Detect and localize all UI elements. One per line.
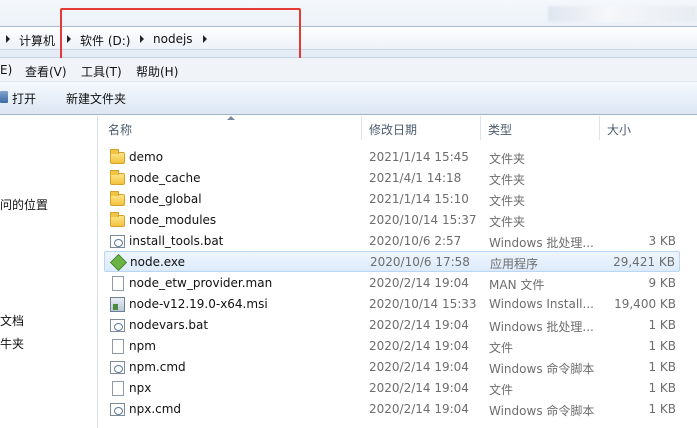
file-name: node-v12.19.0-x64.msi bbox=[129, 297, 268, 311]
file-row[interactable]: node_cache 2021/4/1 14:18 文件夹 bbox=[104, 168, 680, 189]
column-header-size[interactable]: 大小 bbox=[601, 116, 697, 140]
file-size: 1 KB bbox=[648, 360, 676, 374]
cmd-script-icon bbox=[110, 361, 125, 374]
installer-icon bbox=[110, 297, 125, 312]
file-date: 2020/10/6 2:57 bbox=[369, 234, 462, 248]
file-row[interactable]: npx 2020/2/14 19:04 文件 1 KB bbox=[104, 378, 680, 399]
file-date: 2021/1/14 15:10 bbox=[369, 192, 469, 206]
file-row[interactable]: npm 2020/2/14 19:04 文件 1 KB bbox=[104, 336, 680, 357]
blurred-search-area bbox=[548, 6, 697, 22]
file-type: 文件夹 bbox=[489, 173, 526, 187]
nav-item-folder[interactable]: 牛夹 bbox=[0, 335, 24, 352]
sort-up-icon bbox=[227, 116, 235, 120]
red-highlight-box bbox=[60, 8, 301, 64]
file-name: node.exe bbox=[130, 255, 186, 269]
column-header-type[interactable]: 类型 bbox=[482, 116, 600, 140]
document-icon bbox=[112, 276, 124, 291]
cmd-script-icon bbox=[110, 403, 125, 416]
file-size: 9 KB bbox=[648, 276, 676, 290]
file-name: node_modules bbox=[129, 213, 217, 227]
menu-view[interactable]: 查看(V) bbox=[25, 63, 67, 80]
file-date: 2020/10/14 15:37 bbox=[369, 213, 477, 227]
folder-icon bbox=[110, 170, 125, 185]
file-size: 1 KB bbox=[648, 381, 676, 395]
file-name: node_cache bbox=[129, 171, 201, 185]
file-date: 2020/2/14 19:04 bbox=[369, 276, 469, 290]
file-size: 29,421 KB bbox=[613, 255, 675, 269]
open-button[interactable]: 打开 bbox=[12, 90, 36, 107]
file-date: 2020/10/6 17:58 bbox=[370, 255, 470, 269]
file-name: node_etw_provider.man bbox=[129, 276, 273, 290]
breadcrumb-computer[interactable]: 计算机 bbox=[19, 32, 55, 49]
menu-bar: E) 查看(V) 工具(T) 帮助(H) bbox=[0, 58, 697, 82]
file-row[interactable]: npx.cmd 2020/2/14 19:04 Windows 命令脚本 1 KB bbox=[104, 399, 680, 420]
new-folder-button[interactable]: 新建文件夹 bbox=[66, 90, 126, 107]
file-date: 2020/10/14 15:33 bbox=[369, 297, 477, 311]
folder-icon bbox=[110, 149, 125, 164]
file-size: 3 KB bbox=[648, 234, 676, 248]
file-date: 2021/4/1 14:18 bbox=[369, 171, 462, 185]
toolbar: 打开 新建文件夹 bbox=[0, 82, 697, 115]
file-size: 1 KB bbox=[648, 339, 676, 353]
pane-divider[interactable] bbox=[97, 116, 98, 428]
file-type: 文件夹 bbox=[489, 194, 526, 208]
open-icon bbox=[0, 91, 8, 103]
file-row[interactable]: node_modules 2020/10/14 15:37 文件夹 bbox=[104, 210, 680, 231]
document-icon bbox=[112, 381, 124, 396]
folder-icon bbox=[110, 191, 125, 206]
file-row[interactable]: nodevars.bat 2020/2/14 19:04 Windows 批处理..… bbox=[104, 315, 680, 336]
file-row[interactable]: install_tools.bat 2020/10/6 2:57 Windows 批… bbox=[104, 231, 680, 252]
document-icon bbox=[112, 339, 124, 354]
file-date: 2021/1/14 15:45 bbox=[369, 150, 469, 164]
file-name: npm.cmd bbox=[129, 360, 186, 374]
file-date: 2020/2/14 19:04 bbox=[369, 360, 469, 374]
file-name: node_global bbox=[129, 192, 202, 206]
batch-file-icon bbox=[110, 319, 125, 332]
navigation-pane: 问的位置 文档 牛夹 bbox=[0, 116, 97, 428]
address-bar-region: 计算机 软件 (D:) nodejs bbox=[0, 0, 697, 64]
file-size: 1 KB bbox=[648, 402, 676, 416]
file-type: 文件夹 bbox=[489, 152, 526, 166]
nav-item-recent-places[interactable]: 问的位置 bbox=[0, 196, 48, 213]
file-date: 2020/2/14 19:04 bbox=[369, 318, 469, 332]
file-size: 1 KB bbox=[648, 318, 676, 332]
file-row[interactable]: npm.cmd 2020/2/14 19:04 Windows 命令脚本 1 KB bbox=[104, 357, 680, 378]
file-name: npm bbox=[129, 339, 156, 353]
file-row-selected[interactable]: node.exe 2020/10/6 17:58 应用程序 29,421 KB bbox=[104, 251, 680, 272]
node-exe-icon bbox=[110, 254, 127, 271]
file-row[interactable]: node_global 2021/1/14 15:10 文件夹 bbox=[104, 189, 680, 210]
breadcrumb-arrow-icon[interactable] bbox=[6, 35, 10, 43]
file-row[interactable]: node_etw_provider.man 2020/2/14 19:04 MAN … bbox=[104, 273, 680, 294]
nav-item-documents[interactable]: 文档 bbox=[0, 312, 24, 329]
file-size: 19,400 KB bbox=[614, 297, 676, 311]
column-header-date[interactable]: 修改日期 bbox=[363, 116, 481, 140]
menu-tools[interactable]: 工具(T) bbox=[81, 63, 122, 80]
folder-icon bbox=[110, 212, 125, 227]
menu-edit[interactable]: E) bbox=[0, 63, 12, 77]
batch-file-icon bbox=[110, 235, 125, 248]
file-date: 2020/2/14 19:04 bbox=[369, 402, 469, 416]
file-name: npx bbox=[129, 381, 152, 395]
file-name: nodevars.bat bbox=[129, 318, 209, 332]
file-date: 2020/2/14 19:04 bbox=[369, 339, 469, 353]
file-row[interactable]: demo 2021/1/14 15:45 文件夹 bbox=[104, 147, 680, 168]
file-name: demo bbox=[129, 150, 164, 164]
file-name: npx.cmd bbox=[129, 402, 182, 416]
file-date: 2020/2/14 19:04 bbox=[369, 381, 469, 395]
file-type: 文件夹 bbox=[489, 215, 526, 229]
file-name: install_tools.bat bbox=[129, 234, 224, 248]
menu-help[interactable]: 帮助(H) bbox=[136, 63, 178, 80]
file-row[interactable]: node-v12.19.0-x64.msi 2020/10/14 15:33 Win… bbox=[104, 294, 680, 315]
